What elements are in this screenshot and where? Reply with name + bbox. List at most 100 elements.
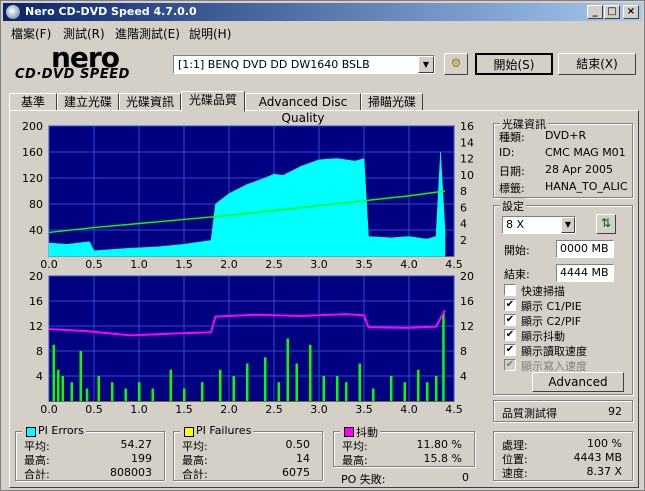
drive-refresh-icon: ⚙	[450, 56, 462, 70]
menu-advanced[interactable]: 進階測試(E)	[115, 25, 180, 42]
pi-failures-bar	[138, 382, 141, 401]
show-jitter-checkbox[interactable]: ✔	[504, 329, 516, 341]
minimize-icon[interactable]: _	[587, 5, 603, 19]
chevron-down-icon[interactable]: ▼	[418, 56, 434, 73]
end-field[interactable]: 4444 MB	[556, 264, 614, 282]
tab-create-disc[interactable]: 建立光碟	[57, 93, 119, 111]
start-field[interactable]: 0000 MB	[556, 240, 614, 258]
quick-scan-checkbox[interactable]	[504, 284, 516, 296]
disc-label-value: HANA_TO_ALIC	[545, 180, 628, 193]
top-y-left-tick-label: 120	[22, 172, 43, 185]
speed-value: 8 X	[506, 218, 525, 231]
logo-subtitle: CD·DVD SPEED	[15, 67, 130, 82]
pi-errors-avg-value: 54.27	[120, 438, 153, 451]
pi-failures-bar	[85, 388, 89, 401]
quality-score-group: 品質測試得 92	[493, 400, 633, 422]
app-window: Nero CD-DVD Speed 4.7.0.0 _ □ × 檔案(F) 測試…	[0, 0, 645, 491]
tab-disc-info[interactable]: 光碟資訊	[119, 93, 181, 111]
pi-failures-bar	[403, 382, 406, 401]
refresh-speed-icon[interactable]: ⇅	[596, 214, 616, 234]
show-c2-pif-checkbox[interactable]: ✔	[504, 314, 516, 326]
tab-scan-disc[interactable]: 掃瞄光碟	[361, 93, 423, 111]
bottom-x-tick-label: 1.0	[130, 403, 148, 416]
menu-bar: 檔案(F) 測試(R) 進階測試(E) 說明(H)	[3, 22, 642, 42]
quick-scan-label: 快速掃描	[521, 285, 565, 298]
pi-failures-bar	[70, 382, 73, 401]
close-icon[interactable]: ×	[623, 5, 639, 19]
drive-value: [1:1] BENQ DVD DD DW1640 BSLB	[178, 58, 370, 71]
speed-select[interactable]: 8 X ▼	[502, 216, 576, 234]
top-x-tick-label: 3.5	[355, 258, 373, 271]
bottom-y-left-tick-label: 20	[29, 270, 43, 283]
pi-failures-bar	[219, 369, 222, 401]
top-x-tick-label: 1.0	[130, 258, 148, 271]
jitter-avg-value: 11.80 %	[416, 438, 462, 451]
show-read-speed-checkbox[interactable]: ✔	[504, 344, 516, 356]
bottom-x-tick-label: 2.5	[265, 403, 283, 416]
refresh-drive-button[interactable]: ⚙	[444, 53, 468, 75]
advanced-button[interactable]: Advanced	[532, 372, 624, 392]
tab-benchmark[interactable]: 基準	[9, 93, 57, 111]
disc-id-label: ID:	[499, 146, 515, 159]
top-x-tick-label: 1.5	[175, 258, 193, 271]
pi-failures-bar	[426, 382, 429, 401]
pi-failures-bar	[52, 344, 55, 401]
bottom-y-left-tick-label: 8	[36, 345, 43, 358]
start-button[interactable]: 開始(S)	[475, 53, 553, 75]
show-write-speed-checkbox: ✔	[504, 359, 516, 371]
pi-errors-max-value: 199	[131, 452, 152, 465]
tab-advanced-disc-quality[interactable]: Advanced Disc Quality	[245, 93, 361, 125]
pi-failures-bar	[442, 313, 445, 401]
bottom-x-tick-label: 4.0	[400, 403, 418, 416]
pi-failures-bar	[124, 388, 127, 401]
disc-id-value: CMC MAG M01	[545, 146, 626, 159]
show-read-speed-label: 顯示讀取速度	[521, 345, 587, 358]
window-title: Nero CD-DVD Speed 4.7.0.0	[25, 5, 197, 18]
bottom-x-tick-label: 0.5	[85, 403, 103, 416]
chevron-down-icon[interactable]: ▼	[561, 217, 575, 233]
top-y-right-tick-label: 12	[460, 153, 474, 166]
bottom-x-tick-label: 2.0	[220, 403, 238, 416]
quality-charts: 0.0 0.5 1.0 1.5 2.0 2.5 3.0 3.5 4.0 4.5 200 160 120 8…	[22, 120, 474, 416]
pi-failures-bar	[309, 344, 312, 401]
pi-failures-bar	[201, 382, 204, 401]
drive-select[interactable]: [1:1] BENQ DVD DD DW1640 BSLB ▼	[173, 55, 435, 74]
show-c1-pie-checkbox[interactable]: ✔	[504, 299, 516, 311]
disc-info-group: 光碟資訊 種類: DVD+R ID: CMC MAG M01 日期: 28 Ap…	[493, 116, 633, 198]
pi-failures-bar	[295, 363, 298, 401]
start-label: 開始:	[504, 244, 530, 257]
pi-failures-bar	[97, 376, 100, 401]
title-bar: Nero CD-DVD Speed 4.7.0.0 _ □ ×	[3, 3, 642, 21]
progress-value: 100 %	[587, 437, 622, 450]
top-x-tick-label: 0.5	[85, 258, 103, 271]
pi-failures-bar	[322, 376, 325, 401]
pi-failures-total-label: 合計:	[182, 468, 208, 481]
bottom-x-tick-label: 0.0	[40, 403, 58, 416]
menu-run[interactable]: 測試(R)	[63, 25, 105, 42]
tab-disc-quality[interactable]: 光碟品質	[181, 91, 245, 112]
pi-failures-bar	[169, 369, 172, 401]
pi-failures-bar	[358, 363, 361, 401]
show-jitter-label: 顯示抖動	[521, 330, 565, 343]
disc-date-value: 28 Apr 2005	[545, 163, 614, 176]
top-y-right-tick-label: 14	[460, 136, 474, 149]
end-label: 結束:	[504, 268, 530, 281]
jitter-color-swatch	[344, 427, 354, 437]
bottom-y-right-tick-label: 8	[460, 345, 467, 358]
pi-failures-bar	[390, 376, 393, 401]
maximize-icon[interactable]: □	[604, 5, 620, 19]
tab-bar: 基準 建立光碟 光碟資訊 光碟品質 Advanced Disc Quality …	[9, 91, 639, 125]
pi-failures-bar	[286, 338, 289, 401]
menu-file[interactable]: 檔案(F)	[11, 25, 51, 42]
menu-help[interactable]: 說明(H)	[189, 25, 231, 42]
top-y-right-tick-label: 2	[460, 234, 467, 247]
bottom-y-right-tick-label: 16	[460, 295, 474, 308]
pi-failures-bar	[79, 351, 82, 401]
progress-group: 處理: 100 % 位置: 4443 MB 速度: 8.37 X	[493, 431, 633, 481]
top-x-tick-label: 2.5	[265, 258, 283, 271]
show-c2-pif-label: 顯示 C2/PIF	[521, 315, 582, 328]
exit-button[interactable]: 結束(X)	[558, 53, 636, 75]
position-value: 4443 MB	[573, 451, 622, 464]
nero-logo: nero CD·DVD SPEED	[13, 41, 163, 83]
jitter-max-label: 最高:	[342, 454, 368, 467]
